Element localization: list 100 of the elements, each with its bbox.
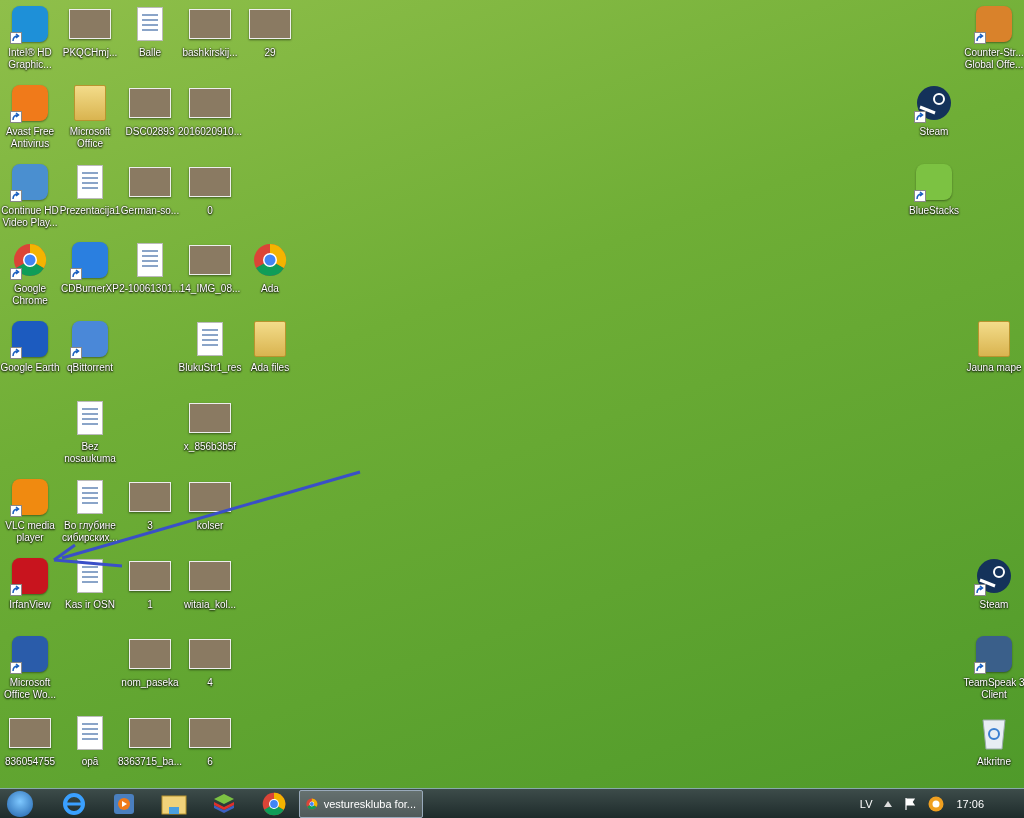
desktop-shortcut[interactable]: BlukuStr1_res [180, 315, 240, 394]
desktop-shortcut[interactable]: CDBurnerXP [60, 236, 120, 316]
desktop-shortcut[interactable]: x_856b3b5f [180, 394, 240, 473]
shortcut-label: witaia_kol... [183, 598, 237, 611]
shortcut-label: TeamSpeak 3 Client [962, 677, 1024, 702]
start-button[interactable] [7, 790, 33, 817]
photo-thumbnail-icon [129, 481, 171, 512]
desktop-shortcut[interactable]: Intel® HD Graphic... [0, 0, 60, 79]
taskbar-window-button[interactable]: vestureskluba for... [299, 789, 423, 818]
photo-thumbnail-icon [129, 166, 171, 197]
desktop-shortcut[interactable]: 2-10061301... [120, 236, 180, 316]
photo-thumbnail-icon [69, 9, 111, 39]
desktop-shortcut[interactable]: Steam [904, 78, 964, 158]
desktop-shortcut[interactable]: kolser [180, 472, 240, 552]
desktop-shortcut[interactable]: Prezentacija1 [60, 157, 120, 237]
desktop-shortcut[interactable]: Google Chrome [0, 236, 60, 316]
desktop-shortcut[interactable]: Balle [120, 0, 180, 79]
photo-thumbnail-icon [189, 639, 231, 670]
shortcut-label: Steam [919, 125, 949, 138]
desktop-shortcut[interactable]: Ada files [240, 315, 300, 394]
chrome-logo-icon [13, 243, 47, 278]
desktop-shortcut[interactable]: German-so... [120, 157, 180, 237]
desktop-shortcut[interactable]: Microsoft Office Wo... [0, 630, 60, 710]
shortcut-label: 2016020910... [178, 125, 242, 138]
desktop-shortcut[interactable]: 0 [180, 157, 240, 237]
shortcut-label: 836054755 [4, 756, 56, 769]
recycle-bin-icon [981, 716, 1007, 751]
document-icon [77, 164, 103, 199]
shortcut-label: Avast Free Antivirus [4, 125, 56, 150]
photo-thumbnail-icon [189, 87, 231, 118]
desktop-shortcut[interactable]: PKQCHmj... [60, 0, 120, 79]
photo-thumbnail-icon [9, 718, 51, 749]
desktop-shortcut[interactable]: Counter-Str... Global Offe... [964, 0, 1024, 79]
desktop-shortcut[interactable]: Jauna mape [964, 315, 1024, 394]
desktop-shortcut[interactable]: 2016020910... [180, 78, 240, 158]
shortcut-label: BlueStacks [909, 204, 959, 217]
shortcut-label: VLC media player [4, 519, 56, 544]
document-icon [77, 401, 103, 435]
steam-logo-icon [916, 84, 952, 121]
shortcut-label: Kas ir OSN [65, 598, 115, 611]
shortcut-label: 14_IMG_08... [179, 283, 241, 296]
desktop-shortcut[interactable]: Continue HD Video Play... [0, 157, 60, 237]
desktop-shortcut[interactable]: 3 [120, 472, 180, 552]
desktop-shortcut[interactable]: Atkritne [964, 709, 1024, 788]
desktop-shortcut[interactable]: 1 [120, 551, 180, 631]
circle-app-icon[interactable] [928, 795, 945, 812]
photo-thumbnail-icon [189, 718, 231, 749]
folder-icon [161, 792, 187, 815]
shortcut-label: Ada [261, 283, 279, 296]
browser-e-icon [62, 791, 86, 816]
shortcut-label: x_856b3b5f [183, 441, 237, 453]
desktop-shortcut[interactable]: TeamSpeak 3 Client [964, 630, 1024, 710]
desktop-shortcut[interactable]: Во глубине сибирских... [60, 472, 120, 552]
folder-icon [74, 84, 106, 121]
shortcut-label: IrfanView [9, 598, 51, 611]
desktop-shortcut[interactable]: Avast Free Antivirus [0, 78, 60, 158]
photo-thumbnail-icon [129, 560, 171, 591]
desktop-shortcut[interactable]: Ada [240, 236, 300, 316]
photo-thumbnail-icon [189, 560, 231, 591]
desktop-shortcut[interactable]: witaia_kol... [180, 551, 240, 631]
desktop-shortcut[interactable]: 836054755 [0, 709, 60, 788]
clock[interactable]: 17:06 [956, 797, 984, 810]
desktop-shortcut[interactable]: VLC media player [0, 472, 60, 552]
desktop-shortcut[interactable]: nom_paseka [120, 630, 180, 710]
desktop-shortcut[interactable]: Bez nosaukuma [60, 394, 120, 473]
photo-thumbnail-icon [189, 403, 231, 433]
desktop-shortcut[interactable]: 6 [180, 709, 240, 788]
desktop-shortcut[interactable]: IrfanView [0, 551, 60, 631]
shortcut-label: kolser [196, 519, 224, 532]
language-indicator[interactable]: LV [859, 797, 873, 810]
desktop-shortcut[interactable]: 4 [180, 630, 240, 710]
document-icon [77, 716, 103, 751]
desktop-shortcut[interactable]: qBittorrent [60, 315, 120, 394]
shortcut-label: DSC02893 [125, 125, 175, 138]
desktop-shortcut[interactable]: bashkirskij... [180, 0, 240, 79]
shortcut-label: Intel® HD Graphic... [7, 47, 53, 71]
desktop-shortcut[interactable]: Microsoft Office [60, 78, 120, 158]
media-player-icon [113, 792, 135, 815]
photo-thumbnail-icon [129, 718, 171, 749]
shortcut-label: Во глубине сибирских... [61, 519, 119, 544]
shortcut-label: PKQCHmj... [62, 47, 118, 59]
document-icon [137, 7, 163, 41]
shortcut-label: German-so... [120, 204, 180, 217]
folder-icon [978, 321, 1010, 358]
caret-up-icon[interactable] [884, 800, 893, 807]
desktop-shortcut[interactable]: 14_IMG_08... [180, 236, 240, 316]
desktop-shortcut[interactable]: BlueStacks [904, 157, 964, 237]
desktop-shortcut[interactable]: Kas ir OSN [60, 551, 120, 631]
shortcut-label: 4 [207, 677, 213, 690]
shortcut-label: Ada files [250, 362, 290, 375]
shortcut-label: 6 [207, 756, 213, 769]
desktop-shortcut[interactable]: 29 [240, 0, 300, 79]
flag-icon[interactable] [904, 797, 917, 810]
shortcut-label: 2-10061301... [119, 283, 181, 296]
shortcut-label: BlukuStr1_res [178, 362, 242, 375]
desktop-shortcut[interactable]: 8363715_ba... [120, 709, 180, 788]
desktop-shortcut[interactable]: Steam [964, 551, 1024, 631]
photo-thumbnail-icon [189, 166, 231, 197]
shortcut-label: 1 [147, 598, 153, 611]
desktop-shortcut[interactable]: Google Earth [0, 315, 60, 394]
